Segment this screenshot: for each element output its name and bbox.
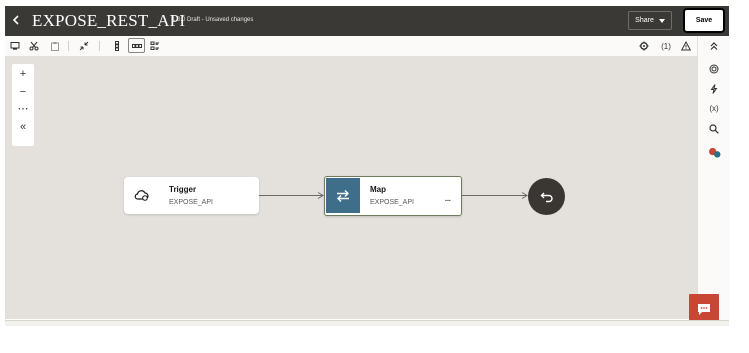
map-icon-tile: [326, 178, 360, 213]
node-subtitle: EXPOSE_API: [370, 199, 414, 206]
node-actions-button[interactable]: ...: [445, 196, 451, 203]
trigger-node[interactable]: Trigger EXPOSE_API: [124, 177, 259, 214]
end-node[interactable]: [528, 178, 565, 215]
node-title: Map: [370, 185, 386, 194]
node-title: Trigger: [169, 185, 197, 194]
cloud-gear-icon: [134, 188, 150, 207]
chat-icon: [698, 303, 710, 315]
map-node[interactable]: Map EXPOSE_API ...: [324, 176, 462, 216]
canvas-bottom-edge: [5, 320, 729, 326]
return-icon: [540, 192, 553, 202]
node-subtitle: EXPOSE_API: [169, 199, 213, 206]
swap-arrows-icon: [337, 189, 349, 202]
